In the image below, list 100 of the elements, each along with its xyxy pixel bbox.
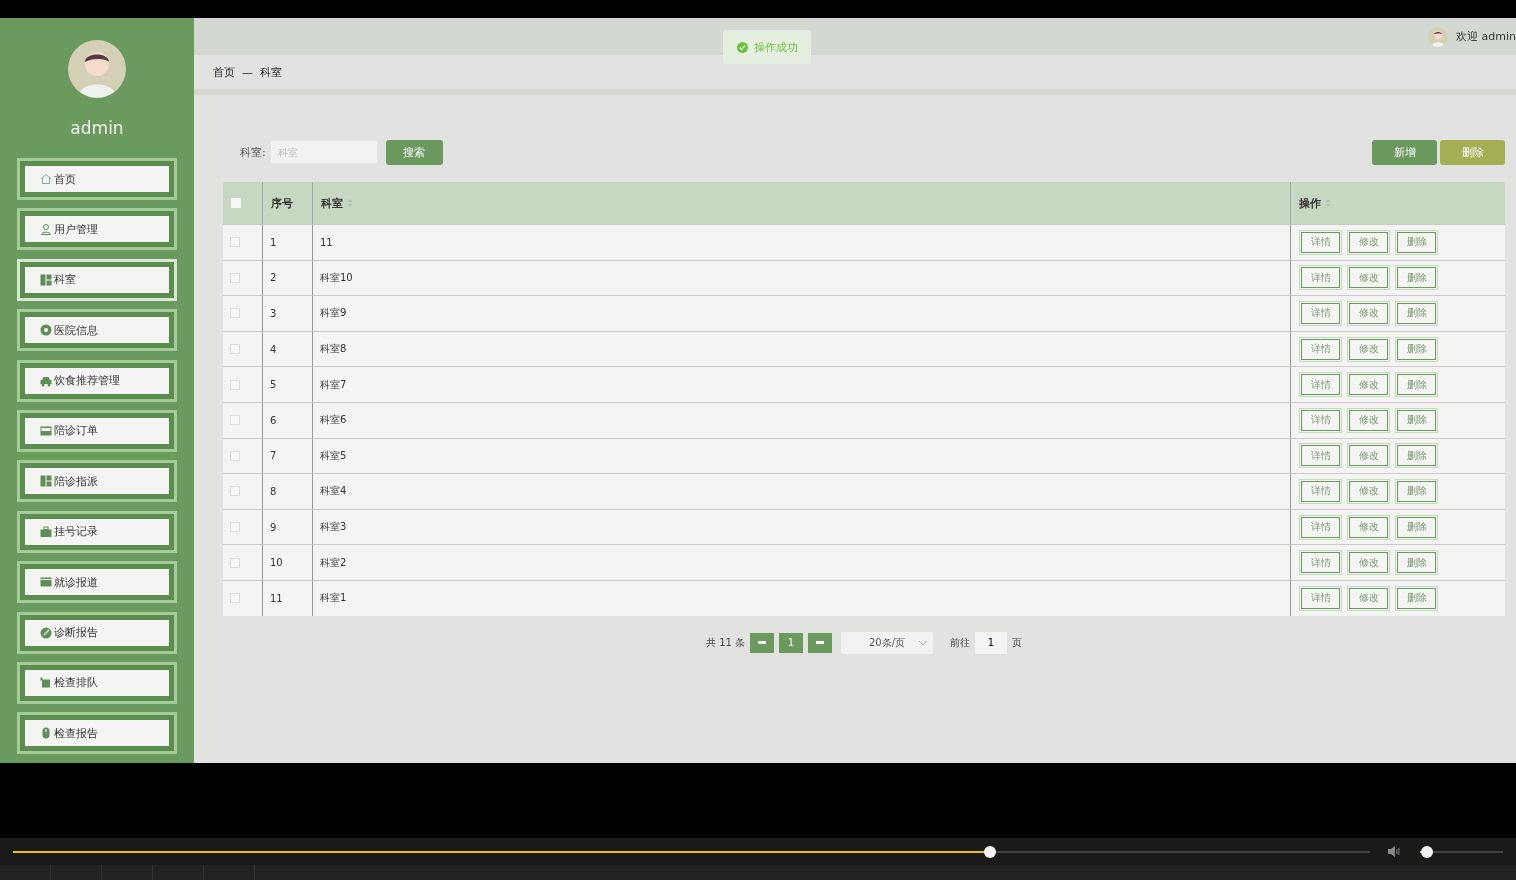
page-size-select[interactable]: 20条/页 bbox=[841, 631, 934, 654]
detail-button[interactable]: 详情 bbox=[1301, 303, 1340, 324]
sort-icon[interactable] bbox=[347, 198, 353, 208]
index-cell: 8 bbox=[270, 485, 277, 497]
breadcrumb-separator: — bbox=[242, 65, 253, 79]
row-checkbox[interactable] bbox=[230, 486, 240, 497]
menu-item[interactable]: 科室 bbox=[17, 258, 177, 301]
delete-button[interactable]: 删除 bbox=[1397, 480, 1436, 502]
edit-button[interactable]: 修改 bbox=[1349, 303, 1388, 324]
department-cell: 科室1 bbox=[320, 591, 347, 606]
menu-item[interactable]: 饮食推荐管理 bbox=[17, 359, 177, 402]
delete-button[interactable]: 删除 bbox=[1397, 552, 1436, 574]
chevron-down-icon bbox=[919, 640, 928, 646]
delete-button[interactable]: 删除 bbox=[1397, 516, 1436, 538]
department-cell: 科室6 bbox=[320, 413, 347, 428]
menu-item[interactable]: 用户管理 bbox=[17, 208, 177, 251]
row-checkbox[interactable] bbox=[230, 522, 240, 533]
detail-button[interactable]: 详情 bbox=[1301, 587, 1340, 609]
detail-button[interactable]: 详情 bbox=[1301, 338, 1340, 360]
menu-item[interactable]: 首页 bbox=[17, 158, 177, 200]
index-cell: 4 bbox=[270, 343, 277, 355]
menu-item[interactable]: 检查报告 bbox=[17, 712, 177, 755]
menu-item[interactable]: 陪诊指派 bbox=[17, 460, 177, 503]
edit-button[interactable]: 修改 bbox=[1349, 231, 1388, 253]
delete-button[interactable]: 删除 bbox=[1397, 338, 1436, 360]
briefcase-icon bbox=[40, 525, 52, 538]
progress-thumb[interactable] bbox=[984, 845, 997, 858]
prev-page-button[interactable] bbox=[750, 632, 775, 653]
edit-button[interactable]: 修改 bbox=[1349, 409, 1388, 431]
department-cell: 科室2 bbox=[320, 555, 347, 570]
column-header[interactable]: 操作 bbox=[1299, 195, 1321, 211]
next-page-button[interactable] bbox=[808, 632, 833, 653]
row-checkbox[interactable] bbox=[230, 379, 240, 390]
car-icon bbox=[40, 374, 52, 387]
delete-button[interactable]: 删除 bbox=[1397, 445, 1436, 467]
edit-button[interactable]: 修改 bbox=[1349, 587, 1388, 609]
detail-button[interactable]: 详情 bbox=[1301, 552, 1340, 574]
menu-item[interactable]: 诊断报告 bbox=[17, 611, 177, 654]
success-icon bbox=[736, 41, 748, 53]
edit-button[interactable]: 修改 bbox=[1349, 374, 1388, 396]
detail-button[interactable]: 详情 bbox=[1301, 409, 1340, 431]
page-number[interactable]: 1 bbox=[779, 632, 804, 653]
volume-thumb[interactable] bbox=[1420, 845, 1433, 858]
row-checkbox[interactable] bbox=[230, 237, 240, 248]
menu-item[interactable]: 医院信息 bbox=[17, 309, 177, 352]
edit-button[interactable]: 修改 bbox=[1349, 516, 1388, 538]
delete-button[interactable]: 删除 bbox=[1440, 139, 1505, 165]
home-icon bbox=[40, 173, 52, 185]
detail-button[interactable]: 详情 bbox=[1301, 445, 1340, 467]
delete-button[interactable]: 删除 bbox=[1397, 231, 1436, 253]
volume-icon[interactable] bbox=[1388, 846, 1402, 857]
delete-button[interactable]: 删除 bbox=[1397, 587, 1436, 609]
toast: 操作成功 bbox=[723, 30, 811, 64]
edit-button[interactable]: 修改 bbox=[1349, 338, 1388, 360]
edit-button[interactable]: 修改 bbox=[1349, 445, 1388, 467]
menu-item[interactable]: 挂号记录 bbox=[17, 510, 177, 553]
welcome-text[interactable]: 欢迎 admin bbox=[1456, 29, 1516, 44]
department-cell: 科室10 bbox=[320, 270, 353, 285]
page-input[interactable]: 1 bbox=[975, 631, 1008, 654]
edit-button[interactable]: 修改 bbox=[1349, 480, 1388, 502]
breadcrumb-item[interactable]: 首页 bbox=[213, 64, 235, 80]
row-checkbox[interactable] bbox=[230, 415, 240, 426]
search-button[interactable]: 搜索 bbox=[385, 139, 443, 165]
circle-icon bbox=[40, 324, 52, 337]
add-button[interactable]: 新增 bbox=[1372, 139, 1437, 165]
delete-button[interactable]: 删除 bbox=[1397, 409, 1436, 431]
menu-item[interactable]: 就诊报道 bbox=[17, 561, 177, 604]
detail-button[interactable]: 详情 bbox=[1301, 267, 1340, 289]
department-cell: 科室3 bbox=[320, 520, 347, 535]
index-cell: 3 bbox=[270, 308, 277, 319]
index-cell: 11 bbox=[270, 592, 283, 604]
menu-item[interactable]: 检查排队 bbox=[17, 661, 177, 704]
delete-button[interactable]: 删除 bbox=[1397, 374, 1436, 396]
department-cell: 11 bbox=[320, 236, 333, 248]
row-checkbox[interactable] bbox=[230, 593, 240, 604]
menu-item[interactable]: 陪诊订单 bbox=[17, 409, 177, 452]
edit-button[interactable]: 修改 bbox=[1349, 552, 1388, 574]
index-cell: 5 bbox=[270, 379, 277, 391]
row-checkbox[interactable] bbox=[230, 308, 240, 319]
edit-button[interactable]: 修改 bbox=[1349, 267, 1388, 289]
total-count: 共 11 条 bbox=[705, 635, 746, 650]
breadcrumb-item: 科室 bbox=[260, 64, 282, 80]
detail-button[interactable]: 详情 bbox=[1301, 231, 1340, 253]
column-header[interactable]: 科室 bbox=[321, 195, 343, 211]
row-checkbox[interactable] bbox=[230, 557, 240, 568]
grid-icon bbox=[40, 475, 52, 488]
row-checkbox[interactable] bbox=[230, 450, 240, 461]
card-icon bbox=[40, 576, 52, 589]
index-cell: 10 bbox=[270, 557, 283, 569]
select-all-checkbox[interactable] bbox=[231, 198, 241, 208]
row-checkbox[interactable] bbox=[230, 272, 240, 283]
detail-button[interactable]: 详情 bbox=[1301, 516, 1340, 538]
detail-button[interactable]: 详情 bbox=[1301, 374, 1340, 396]
delete-button[interactable]: 删除 bbox=[1397, 303, 1436, 324]
page-unit: 页 bbox=[1012, 635, 1023, 650]
delete-button[interactable]: 删除 bbox=[1397, 267, 1436, 289]
detail-button[interactable]: 详情 bbox=[1301, 480, 1340, 502]
row-checkbox[interactable] bbox=[230, 344, 240, 355]
sort-icon[interactable] bbox=[1325, 198, 1331, 208]
search-label: 科室: bbox=[240, 144, 266, 160]
